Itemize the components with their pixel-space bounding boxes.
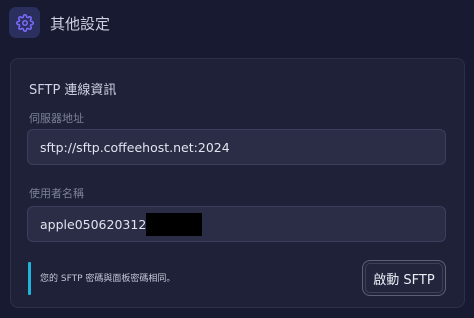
server-address-label: 伺服器地址 (29, 112, 84, 125)
start-sftp-button[interactable]: 啟動 SFTP (362, 260, 446, 296)
username-value: apple050620312 (40, 216, 147, 232)
sftp-card: SFTP 連線資訊 伺服器地址 sftp://sftp.coffeehost.n… (10, 58, 465, 308)
username-label: 使用者名稱 (29, 187, 84, 200)
note-accent-bar (28, 262, 31, 295)
password-note: 您的 SFTP 密碼與面板密碼相同。 (40, 274, 176, 284)
gear-icon (9, 7, 40, 38)
redaction-block (146, 212, 203, 236)
server-address-value: sftp://sftp.coffeehost.net:2024 (40, 139, 230, 155)
page-title: 其他設定 (50, 15, 111, 33)
server-address-field[interactable]: sftp://sftp.coffeehost.net:2024 (27, 129, 446, 165)
section-header: 其他設定 (0, 0, 474, 46)
username-field[interactable]: apple050620312 (27, 206, 446, 242)
sftp-card-title: SFTP 連線資訊 (29, 83, 117, 98)
